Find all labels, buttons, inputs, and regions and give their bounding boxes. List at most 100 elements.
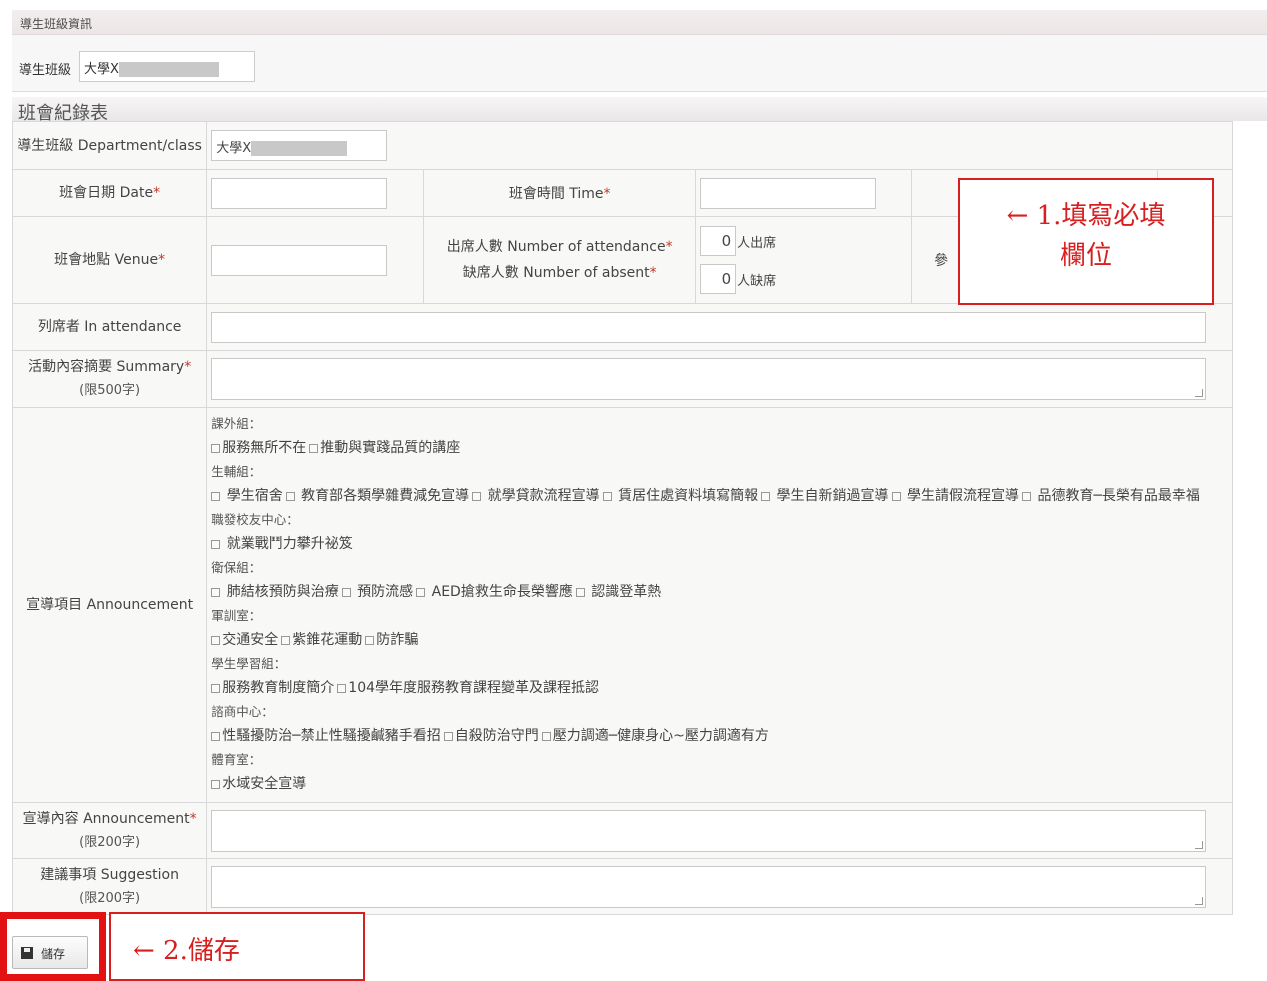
announcement-group-options: 水域安全宣導 (211, 772, 1228, 796)
checkbox[interactable] (211, 636, 221, 645)
date-label: 班會日期 Date* (11, 169, 208, 217)
announcement-option-label: AED搶救生命長榮響應 (427, 584, 573, 600)
announcement-option-label: 學生宿舍 (222, 488, 283, 504)
checkbox[interactable] (285, 492, 295, 501)
announcement-option[interactable]: 學生宿舍 (211, 488, 283, 504)
suggestion-textarea[interactable] (211, 865, 1207, 908)
section-header: 導生班級資訊 (12, 10, 1267, 35)
in-attendance-label: 列席者 In attendance (11, 303, 208, 351)
checkbox[interactable] (472, 492, 482, 501)
announcement-option-label: 性騷擾防治─禁止性騷擾鹹豬手看招 (222, 728, 441, 744)
announcement-group-options: 就業戰鬥力攀升祕笈 (211, 532, 1228, 556)
announcement-option-label: 賃居住處資料填寫簡報 (613, 488, 759, 504)
checkbox[interactable] (211, 780, 221, 789)
announcement-option[interactable]: 學生請假流程宣導 (891, 488, 1019, 504)
checkbox[interactable] (337, 684, 347, 693)
announcement-option[interactable]: 推動與實踐品質的講座 (309, 440, 460, 456)
checkbox[interactable] (211, 732, 221, 741)
mentor-class-row: 導生班級 大學X (12, 35, 1267, 92)
announcement-group-options: 性騷擾防治─禁止性騷擾鹹豬手看招 自殺防治守門 壓力調適─健康身心~壓力調適有方 (211, 724, 1228, 748)
checkbox[interactable] (211, 684, 221, 693)
annotation-step1: ← 1.填寫必填 欄位 (958, 178, 1214, 305)
announcement-option[interactable]: 性騷擾防治─禁止性騷擾鹹豬手看招 (211, 728, 441, 744)
announcement-option[interactable]: 自殺防治守門 (443, 728, 539, 744)
annotation-step1-line2: 欄位 (1059, 241, 1112, 271)
redacted-block (251, 141, 348, 156)
announcement-option[interactable]: 服務教育制度簡介 (211, 680, 334, 696)
announcement-group-options: 服務教育制度簡介 104學年度服務教育課程變革及課程抵認 (211, 676, 1228, 700)
attendance-input[interactable]: 0 (700, 226, 737, 256)
checkbox[interactable] (602, 492, 612, 501)
announcement-option[interactable]: 學生自新銷過宣導 (761, 488, 889, 504)
announcement-group-title: 課外組： (211, 416, 262, 431)
announcement-option-label: 紫錐花運動 (292, 632, 363, 648)
announcement-option[interactable]: 品德教育─長榮有品最幸福 (1022, 488, 1200, 504)
date-input[interactable] (211, 177, 388, 209)
announcement-option-label: 自殺防治守門 (454, 728, 539, 744)
announcement-options: 課外組： 服務無所不在 推動與實踐品質的講座生輔組： 學生宿舍 教育部各類學雜費減免… (206, 407, 1233, 803)
dept-cell: 大學X (206, 121, 1233, 170)
announcement-option-label: 交通安全 (222, 632, 279, 648)
announcement-option[interactable]: 紫錐花運動 (281, 632, 362, 648)
announcement-option[interactable]: 104學年度服務教育課程變革及課程抵認 (337, 680, 599, 696)
announcement-option-label: 學生請假流程宣導 (902, 488, 1019, 504)
checkbox[interactable] (281, 636, 291, 645)
announce-content-textarea[interactable] (211, 809, 1207, 852)
checkbox[interactable] (211, 492, 221, 501)
attendance-unit: 人出席 (737, 235, 777, 251)
announcement-option[interactable]: 就業戰鬥力攀升祕笈 (211, 536, 353, 552)
announcement-option[interactable]: 水域安全宣導 (211, 776, 306, 792)
checkbox[interactable] (1022, 492, 1031, 501)
venue-label: 班會地點 Venue* (11, 216, 208, 304)
checkbox[interactable] (341, 588, 351, 597)
announcement-option[interactable]: 肺結核預防與治療 (211, 584, 339, 600)
venue-input[interactable] (211, 244, 388, 276)
checkbox[interactable] (443, 732, 453, 741)
dept-field: 大學X (211, 130, 388, 161)
checkbox[interactable] (211, 444, 221, 453)
announcement-group-title: 職發校友中心： (211, 512, 299, 527)
attendance-cell: 0 人出席 0 人缺席 (695, 216, 913, 304)
redacted-block (118, 62, 219, 77)
checkbox[interactable] (541, 732, 551, 741)
announcement-option-label: 壓力調適─健康身心~壓力調適有方 (552, 728, 769, 744)
announcement-option[interactable]: 教育部各類學雜費減免宣導 (285, 488, 469, 504)
form-title: 班會紀錄表 (12, 97, 1267, 124)
announcement-option[interactable]: 交通安全 (211, 632, 278, 648)
announcement-option-label: 防詐騙 (376, 632, 419, 648)
attendance-label: 出席人數 Number of attendance* 缺席人數 Number o… (423, 216, 697, 304)
in-attendance-input[interactable] (211, 311, 1207, 343)
checkbox[interactable] (309, 444, 319, 453)
announcement-option[interactable]: 就學貸款流程宣導 (472, 488, 600, 504)
save-label: 儲存 (41, 947, 66, 961)
time-input[interactable] (700, 177, 877, 209)
annotation-step2: ← 2.儲存 (109, 912, 365, 981)
annotation-step1-line1: ← 1.填寫必填 (1006, 201, 1166, 231)
announcement-option-label: 就業戰鬥力攀升祕笈 (222, 536, 353, 552)
checkbox[interactable] (211, 588, 221, 597)
announcement-group-title: 學生學習組： (211, 656, 287, 671)
announcement-group-title: 諮商中心： (211, 704, 274, 719)
announcement-option-label: 就學貸款流程宣導 (483, 488, 600, 504)
summary-textarea[interactable] (211, 358, 1207, 400)
announcement-option[interactable]: 服務無所不在 (211, 440, 306, 456)
suggestion-label: 建議事項 Suggestion (限200字) (11, 858, 208, 915)
announcement-option[interactable]: 防詐騙 (365, 632, 418, 648)
save-button[interactable]: 儲存 (12, 936, 88, 969)
checkbox[interactable] (211, 540, 221, 549)
announcement-option[interactable]: AED搶救生命長榮響應 (416, 584, 573, 600)
announcement-option[interactable]: 壓力調適─健康身心~壓力調適有方 (541, 728, 769, 744)
checkbox[interactable] (575, 588, 585, 597)
checkbox[interactable] (365, 636, 375, 645)
announcement-group-options: 肺結核預防與治療 預防流感 AED搶救生命長榮響應 認識登革熱 (211, 580, 1228, 604)
announcement-option-label: 水域安全宣導 (222, 776, 307, 792)
checkbox[interactable] (891, 492, 901, 501)
checkbox[interactable] (761, 492, 771, 501)
announcement-option[interactable]: 賃居住處資料填寫簡報 (602, 488, 759, 504)
checkbox[interactable] (416, 588, 426, 597)
announcement-group-title: 生輔組： (211, 464, 262, 479)
announcement-option[interactable]: 預防流感 (341, 584, 414, 600)
absent-input[interactable]: 0 (700, 264, 737, 294)
announcement-option[interactable]: 認識登革熱 (575, 584, 661, 600)
announcement-option-label: 預防流感 (352, 584, 414, 600)
